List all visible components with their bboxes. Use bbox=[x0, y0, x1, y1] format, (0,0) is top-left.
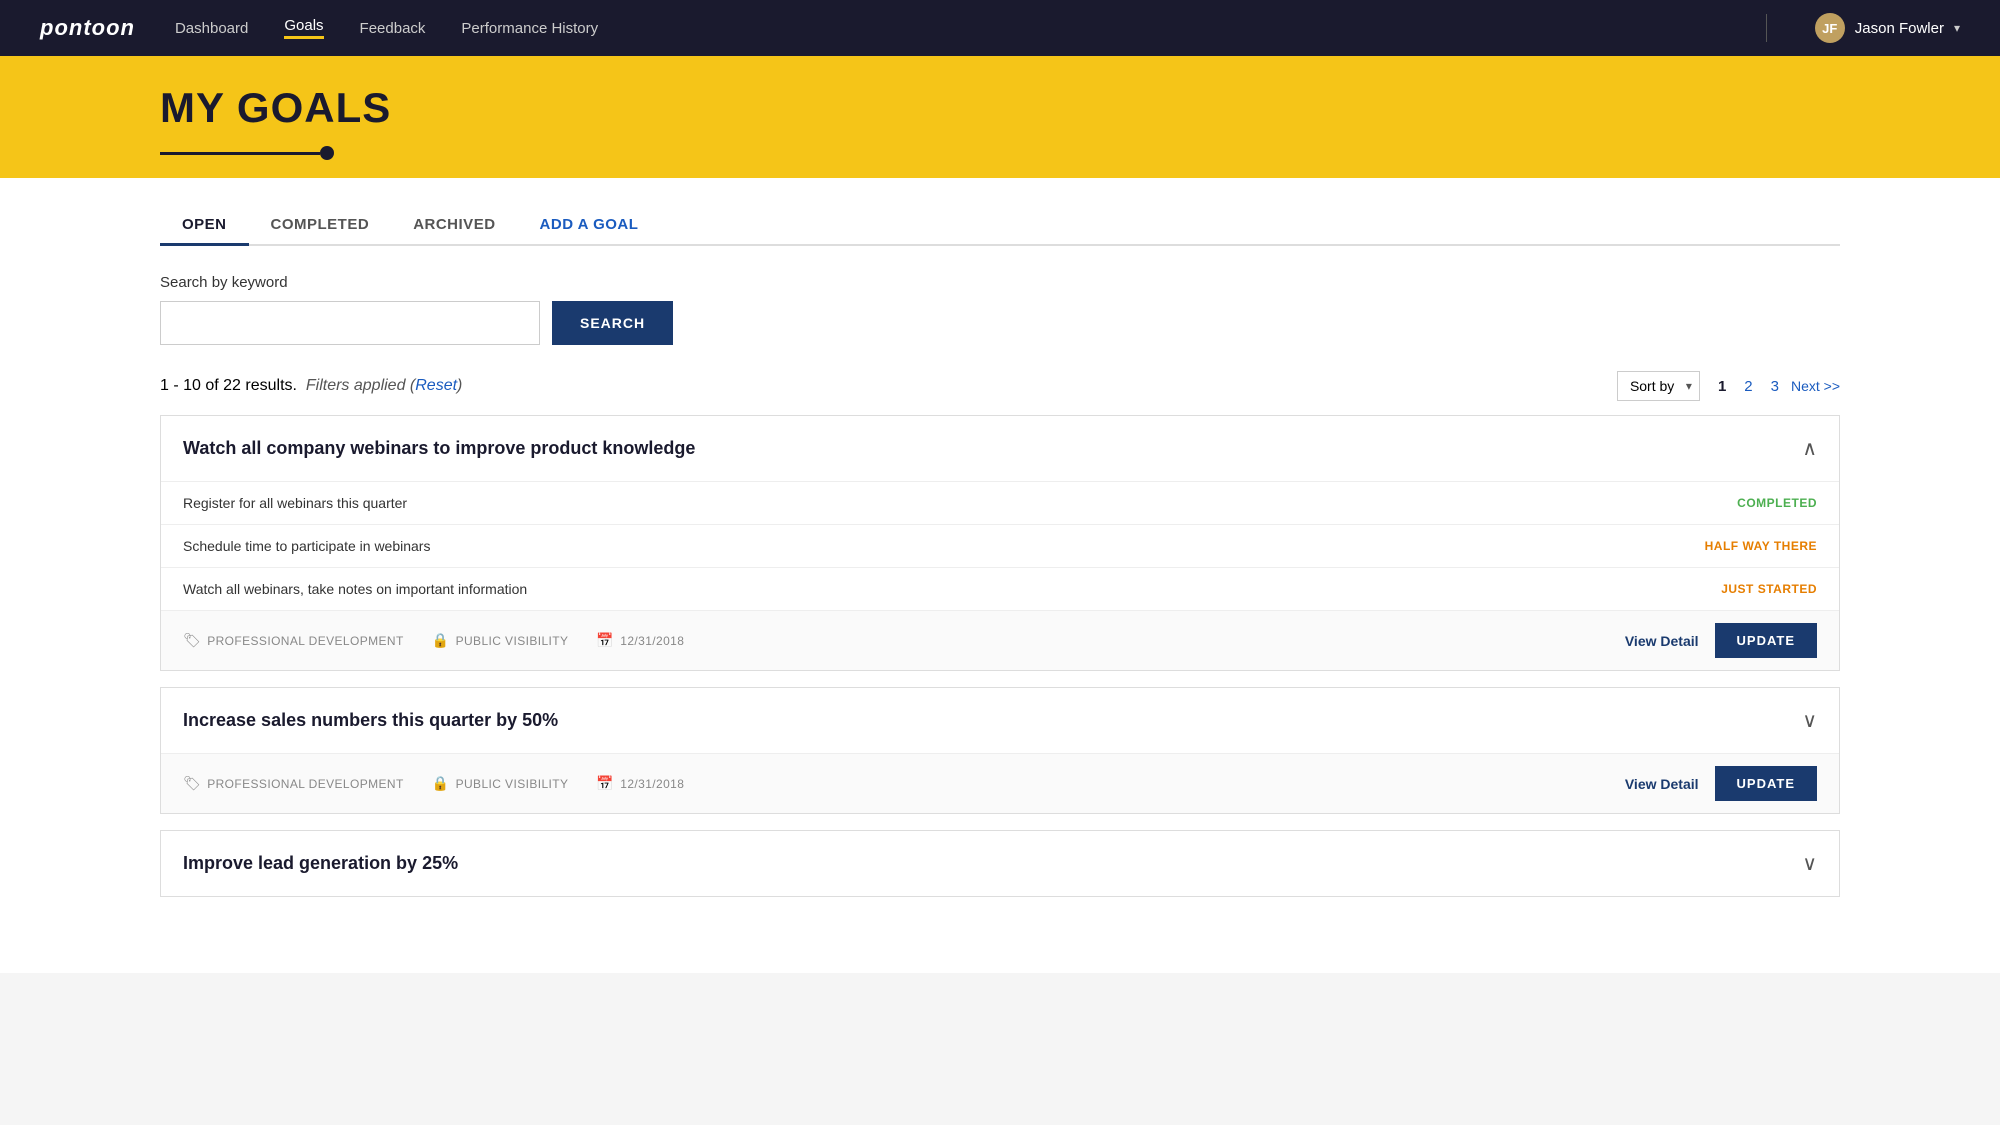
meta-date-label-1: 12/31/2018 bbox=[620, 634, 684, 648]
milestone-text-3: Watch all webinars, take notes on import… bbox=[183, 581, 527, 597]
pagination-next[interactable]: Next >> bbox=[1791, 378, 1840, 394]
avatar: JF bbox=[1815, 13, 1845, 43]
tab-add-goal[interactable]: ADD A GOAL bbox=[518, 206, 661, 246]
page-title: MY GOALS bbox=[160, 84, 2000, 132]
page-3[interactable]: 3 bbox=[1765, 376, 1785, 397]
update-button-1[interactable]: UPDATE bbox=[1715, 623, 1817, 658]
calendar-icon-2: 📅 bbox=[596, 775, 614, 792]
milestone-text-2: Schedule time to participate in webinars bbox=[183, 538, 430, 554]
meta-category-2: 🏷 PROFESSIONAL DEVELOPMENT bbox=[183, 775, 404, 792]
nav-divider bbox=[1766, 14, 1767, 42]
meta-category-label-1: PROFESSIONAL DEVELOPMENT bbox=[207, 634, 404, 648]
status-badge-started: JUST STARTED bbox=[1721, 582, 1817, 596]
calendar-icon: 📅 bbox=[596, 632, 614, 649]
status-badge-halfway: HALF WAY THERE bbox=[1705, 539, 1817, 553]
milestone-row-3: Watch all webinars, take notes on import… bbox=[161, 567, 1839, 610]
nav-dashboard[interactable]: Dashboard bbox=[175, 20, 248, 37]
view-detail-link-1[interactable]: View Detail bbox=[1625, 633, 1699, 649]
hero-line-bar bbox=[160, 152, 320, 155]
nav-feedback[interactable]: Feedback bbox=[360, 20, 426, 37]
goal-title-1: Watch all company webinars to improve pr… bbox=[183, 438, 695, 459]
chevron-up-icon: ∧ bbox=[1802, 436, 1817, 461]
goal-card-1: Watch all company webinars to improve pr… bbox=[160, 415, 1840, 671]
goal-card-3: Improve lead generation by 25% ∨ bbox=[160, 830, 1840, 897]
reset-link[interactable]: Reset bbox=[415, 377, 457, 394]
tag-icon-2: 🏷 bbox=[183, 775, 201, 792]
goal-header-2[interactable]: Increase sales numbers this quarter by 5… bbox=[161, 688, 1839, 753]
goal-title-3: Improve lead generation by 25% bbox=[183, 853, 458, 874]
hero-banner: MY GOALS bbox=[0, 56, 2000, 178]
update-button-2[interactable]: UPDATE bbox=[1715, 766, 1817, 801]
meta-category-1: 🏷 PROFESSIONAL DEVELOPMENT bbox=[183, 632, 404, 649]
lock-icon: 🔒 bbox=[432, 632, 450, 649]
hero-decoration bbox=[160, 146, 2000, 160]
milestone-row-1: Register for all webinars this quarter C… bbox=[161, 481, 1839, 524]
tab-completed[interactable]: COMPLETED bbox=[249, 206, 392, 246]
user-menu[interactable]: JF Jason Fowler ▾ bbox=[1815, 13, 1960, 43]
results-count: 1 - 10 of 22 results. bbox=[160, 377, 297, 394]
search-row: SEARCH bbox=[160, 301, 1840, 345]
filters-applied-text[interactable]: Filters applied (Reset) bbox=[301, 377, 462, 394]
meta-category-label-2: PROFESSIONAL DEVELOPMENT bbox=[207, 777, 404, 791]
results-right: Sort by Name Date Status 1 2 3 Next >> bbox=[1617, 371, 1840, 401]
nav-links: Dashboard Goals Feedback Performance His… bbox=[175, 17, 1718, 39]
meta-date-1: 📅 12/31/2018 bbox=[596, 632, 684, 649]
view-detail-link-2[interactable]: View Detail bbox=[1625, 776, 1699, 792]
chevron-down-icon: ▾ bbox=[1954, 21, 1960, 35]
search-section: Search by keyword SEARCH bbox=[160, 246, 1840, 357]
chevron-down-icon-2: ∨ bbox=[1802, 708, 1817, 733]
search-button[interactable]: SEARCH bbox=[552, 301, 673, 345]
sort-wrapper: Sort by Name Date Status bbox=[1617, 371, 1700, 401]
sort-select[interactable]: Sort by Name Date Status bbox=[1617, 371, 1700, 401]
goal-meta-2: 🏷 PROFESSIONAL DEVELOPMENT 🔒 PUBLIC VISI… bbox=[183, 775, 684, 792]
chevron-down-icon-3: ∨ bbox=[1802, 851, 1817, 876]
goal-meta-1: 🏷 PROFESSIONAL DEVELOPMENT 🔒 PUBLIC VISI… bbox=[183, 632, 684, 649]
brand-logo: pontoon bbox=[40, 15, 135, 41]
hero-line-dot bbox=[320, 146, 334, 160]
meta-date-2: 📅 12/31/2018 bbox=[596, 775, 684, 792]
results-bar: 1 - 10 of 22 results. Filters applied (R… bbox=[160, 357, 1840, 415]
user-name: Jason Fowler bbox=[1855, 20, 1944, 37]
tab-open[interactable]: OPEN bbox=[160, 206, 249, 246]
goal-footer-2: 🏷 PROFESSIONAL DEVELOPMENT 🔒 PUBLIC VISI… bbox=[161, 753, 1839, 813]
goal-footer-1: 🏷 PROFESSIONAL DEVELOPMENT 🔒 PUBLIC VISI… bbox=[161, 610, 1839, 670]
meta-visibility-label-1: PUBLIC VISIBILITY bbox=[456, 634, 569, 648]
page-1[interactable]: 1 bbox=[1712, 376, 1732, 397]
results-summary: 1 - 10 of 22 results. Filters applied (R… bbox=[160, 377, 462, 395]
search-label: Search by keyword bbox=[160, 274, 1840, 291]
goal-actions-2: View Detail UPDATE bbox=[1625, 766, 1817, 801]
tag-icon: 🏷 bbox=[183, 632, 201, 649]
milestone-row-2: Schedule time to participate in webinars… bbox=[161, 524, 1839, 567]
meta-visibility-2: 🔒 PUBLIC VISIBILITY bbox=[432, 775, 569, 792]
goal-header-3[interactable]: Improve lead generation by 25% ∨ bbox=[161, 831, 1839, 896]
milestone-text-1: Register for all webinars this quarter bbox=[183, 495, 407, 511]
goal-title-2: Increase sales numbers this quarter by 5… bbox=[183, 710, 558, 731]
nav-goals[interactable]: Goals bbox=[284, 17, 323, 39]
nav-performance-history[interactable]: Performance History bbox=[461, 20, 598, 37]
goal-card-2: Increase sales numbers this quarter by 5… bbox=[160, 687, 1840, 814]
meta-visibility-label-2: PUBLIC VISIBILITY bbox=[456, 777, 569, 791]
pagination: 1 2 3 Next >> bbox=[1712, 376, 1840, 397]
main-content: OPEN COMPLETED ARCHIVED ADD A GOAL Searc… bbox=[0, 178, 2000, 973]
goal-actions-1: View Detail UPDATE bbox=[1625, 623, 1817, 658]
tab-bar: OPEN COMPLETED ARCHIVED ADD A GOAL bbox=[160, 178, 1840, 246]
lock-icon-2: 🔒 bbox=[432, 775, 450, 792]
status-badge-completed: COMPLETED bbox=[1737, 496, 1817, 510]
meta-date-label-2: 12/31/2018 bbox=[620, 777, 684, 791]
meta-visibility-1: 🔒 PUBLIC VISIBILITY bbox=[432, 632, 569, 649]
goal-header-1[interactable]: Watch all company webinars to improve pr… bbox=[161, 416, 1839, 481]
tab-archived[interactable]: ARCHIVED bbox=[391, 206, 517, 246]
page-2[interactable]: 2 bbox=[1738, 376, 1758, 397]
search-input[interactable] bbox=[160, 301, 540, 345]
navbar: pontoon Dashboard Goals Feedback Perform… bbox=[0, 0, 2000, 56]
